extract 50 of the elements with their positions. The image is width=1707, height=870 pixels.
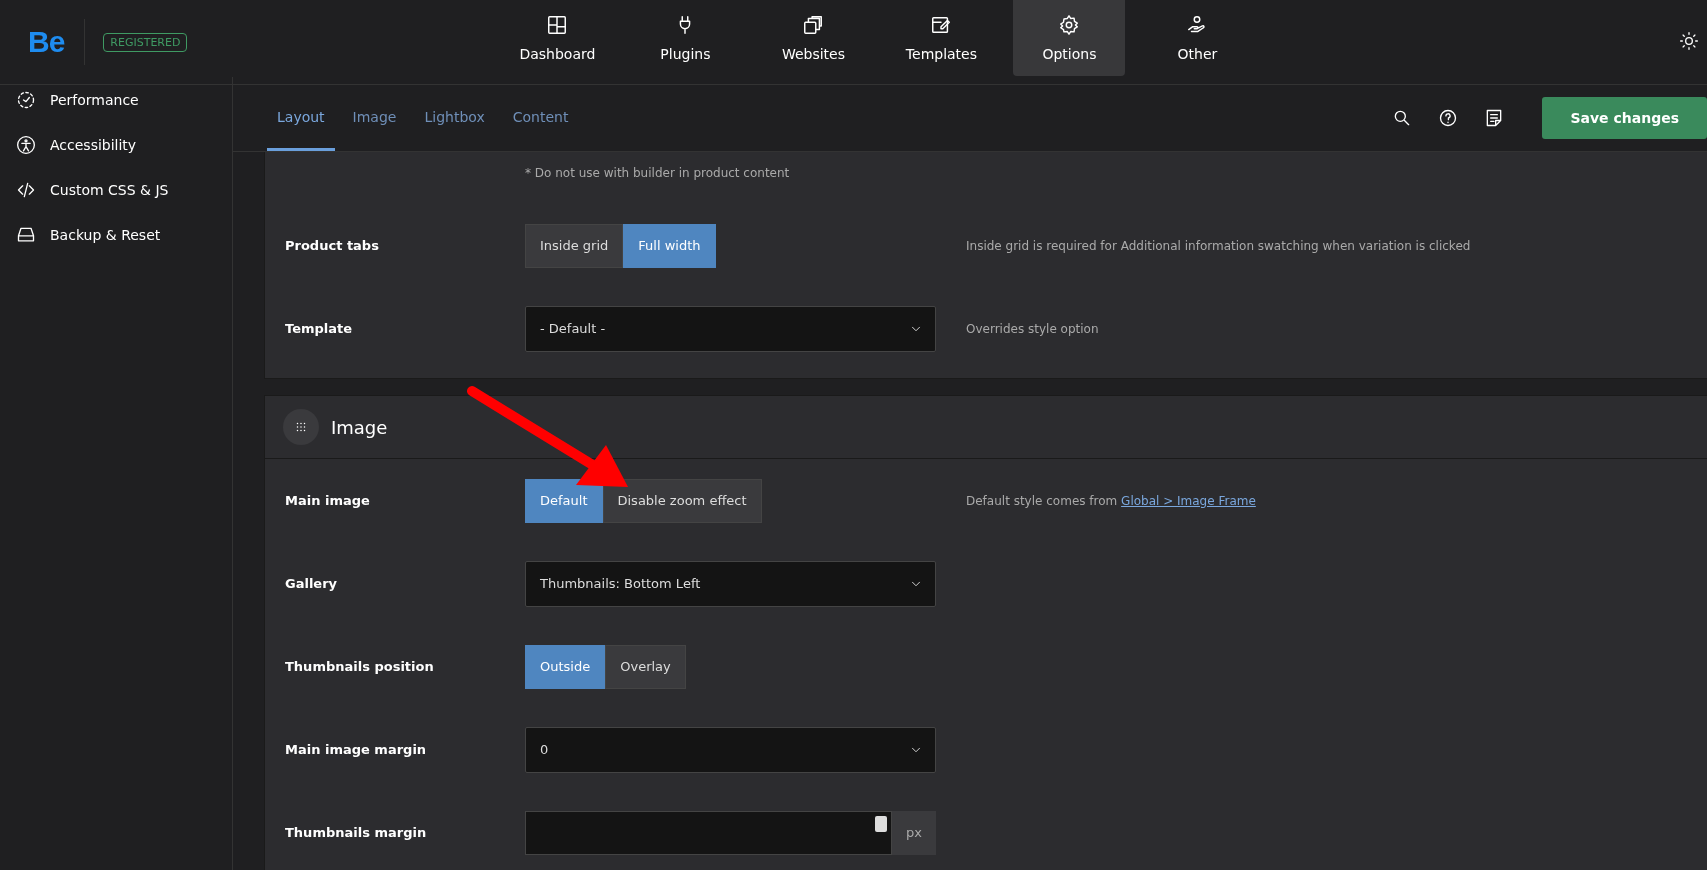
segment-option[interactable]: Default <box>525 478 603 523</box>
nav-item[interactable]: Websites <box>757 0 870 76</box>
tab[interactable]: Lightbox <box>414 85 495 151</box>
help-icon <box>1438 108 1459 128</box>
nav-item[interactable]: Templates <box>885 0 998 76</box>
accessibility-icon <box>16 134 36 155</box>
settings-icon <box>1058 14 1081 36</box>
select-field[interactable]: - Default - <box>525 305 936 352</box>
field-label: Main image margin <box>285 742 428 757</box>
segment-option[interactable]: Outside <box>525 644 606 689</box>
section-title: Image <box>331 416 388 438</box>
select-field[interactable]: 0 <box>525 726 936 773</box>
nav-item[interactable]: Plugins <box>629 0 742 76</box>
hint-text: Inside grid is required for Additional information swatching when variation is clicked <box>965 238 1472 253</box>
sidebar-item[interactable]: Performance <box>16 77 232 122</box>
hint-text: Default style comes from Global > Image Frame <box>965 493 1257 508</box>
unit-label: px <box>892 810 936 855</box>
segment-option[interactable]: Overlay <box>605 644 686 689</box>
hint-text: Overrides style option <box>965 321 1100 336</box>
sidebar-item[interactable]: Custom CSS & JS <box>16 167 232 212</box>
edit-icon <box>930 14 953 36</box>
field-label: Gallery <box>285 576 339 591</box>
dashboard-icon <box>546 14 569 36</box>
sidebar-item[interactable]: Backup & Reset <box>16 212 232 257</box>
segment-option[interactable]: Disable zoom effect <box>602 478 762 523</box>
nav-item[interactable]: Other <box>1141 0 1254 76</box>
field-label: Product tabs <box>285 238 380 253</box>
tab[interactable]: Image <box>342 85 407 151</box>
gauge-icon <box>16 89 36 110</box>
save-button[interactable]: Save changes <box>1542 97 1707 139</box>
note-text: * Do not use with builder in product content <box>525 166 790 180</box>
nav-item[interactable]: Dashboard <box>501 0 614 76</box>
tab[interactable]: Content <box>502 85 579 151</box>
field-label: Thumbnails position <box>285 659 435 674</box>
sidebar-item[interactable]: Accessibility <box>16 122 232 167</box>
field-label: Main image <box>285 493 371 508</box>
select-field[interactable]: Thumbnails: Bottom Left <box>525 560 936 607</box>
spinner-icon[interactable] <box>875 815 887 832</box>
field-label: Thumbnails margin <box>285 825 428 840</box>
field-label: Template <box>285 321 354 336</box>
nav-item[interactable]: Options <box>1013 0 1126 76</box>
number-field[interactable] <box>525 810 892 855</box>
windows-icon <box>802 14 825 36</box>
hint-link[interactable]: Global > Image Frame <box>1121 493 1256 508</box>
registered-badge: REGISTERED <box>103 32 188 52</box>
drag-handle-icon[interactable] <box>283 409 319 445</box>
logo[interactable]: Be <box>28 25 65 59</box>
segment-option[interactable]: Full width <box>623 223 716 268</box>
sun-icon <box>1679 30 1699 51</box>
segment-option[interactable]: Inside grid <box>525 223 624 268</box>
